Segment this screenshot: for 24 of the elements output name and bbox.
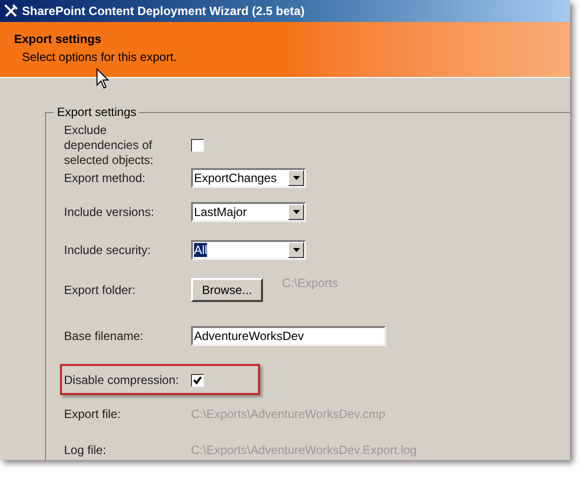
group-title: Export settings	[54, 105, 140, 119]
field-label: Include versions:	[64, 204, 156, 220]
file-path: C:\Exports\AdventureWorksDev.Export.log	[191, 442, 417, 459]
file-path: C:\Exports\AdventureWorksDev.cmp	[191, 406, 386, 423]
browse-button[interactable]: Browse...	[191, 278, 263, 302]
tools-icon	[4, 4, 18, 18]
dropdown[interactable]: LastMajor	[191, 202, 306, 222]
field-label: Export method:	[64, 170, 146, 186]
field-label: Exclude dependencies of selected objects:	[64, 122, 154, 168]
field-label: Base filename:	[64, 328, 144, 344]
field-label: Export folder:	[64, 282, 136, 298]
header-title: Export settings	[14, 31, 102, 48]
text-field[interactable]: AdventureWorksDev	[191, 326, 386, 346]
field-label: Export file:	[64, 406, 122, 422]
field-label: Disable compression:	[64, 372, 180, 388]
checkbox[interactable]	[191, 138, 204, 152]
header-subtitle: Select options for this export.	[21, 49, 178, 66]
folder-path: C:\Exports	[282, 275, 338, 292]
dropdown[interactable]: ExportChanges	[191, 168, 306, 188]
checkbox[interactable]	[191, 374, 204, 386]
field-label: Include security:	[64, 242, 152, 258]
window-title: SharePoint Content Deployment Wizard (2.5 beta)	[22, 3, 305, 20]
field-label: Log file:	[64, 442, 108, 458]
dropdown[interactable]: All	[191, 240, 306, 260]
